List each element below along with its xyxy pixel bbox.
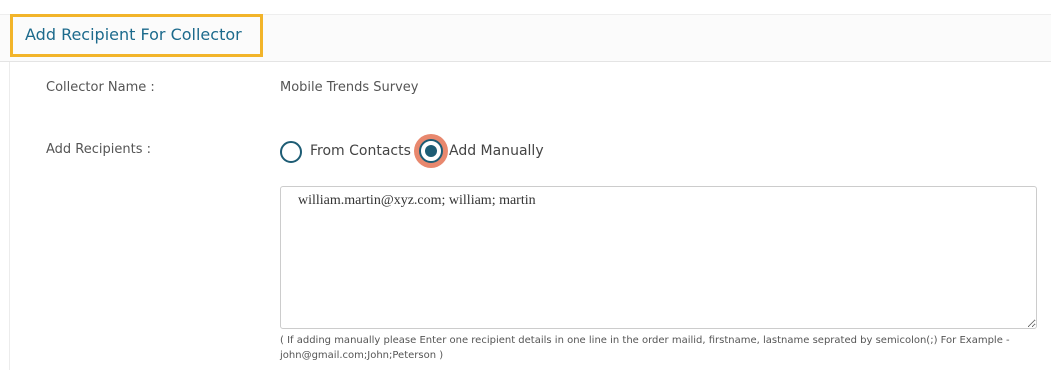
radio-selected-dot <box>425 145 437 157</box>
recipients-help-text: ( If adding manually please Enter one re… <box>280 335 1010 361</box>
from-contacts-label[interactable]: From Contacts <box>310 143 411 159</box>
add-manually-radio[interactable] <box>419 139 443 163</box>
add-recipients-label: Add Recipients : <box>46 142 151 157</box>
page-title: Add Recipient For Collector <box>25 25 242 44</box>
from-contacts-radio[interactable] <box>280 141 302 163</box>
collector-name-value: Mobile Trends Survey <box>280 80 419 95</box>
title-highlight-box: Add Recipient For Collector <box>10 14 263 57</box>
recipients-textarea[interactable]: william.martin@xyz.com; william; martin <box>280 186 1037 329</box>
add-manually-label[interactable]: Add Manually <box>449 143 544 159</box>
collector-name-label: Collector Name : <box>46 80 155 95</box>
panel-left-border <box>9 62 10 370</box>
